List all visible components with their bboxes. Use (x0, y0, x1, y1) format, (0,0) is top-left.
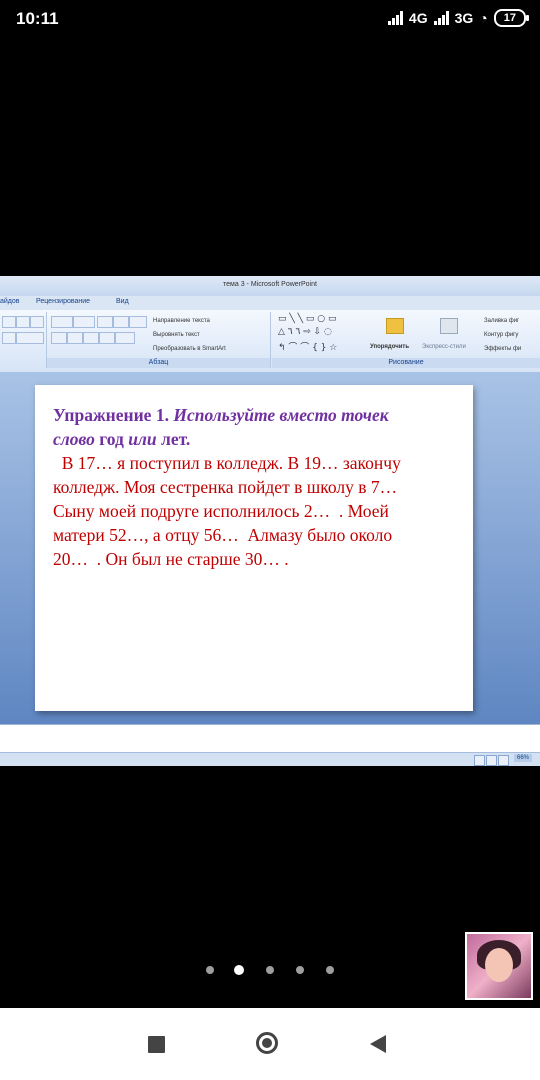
exercise-line: колледж. Моя сестренка пойдет в школу в … (53, 477, 398, 497)
battery-indicator: 17 (493, 9, 530, 27)
chat-head-avatar[interactable] (465, 932, 533, 1000)
heading-god: год (94, 429, 129, 449)
slide-editor: Упражнение 1. Используйте вместо точек с… (0, 372, 540, 724)
network-type-1: 4G (408, 10, 428, 26)
heading-exercise-number: Упражнение 1 (53, 405, 165, 425)
increase-indent-icon[interactable] (113, 316, 129, 328)
convert-smartart-button[interactable]: Преобразовать в SmartArt (153, 346, 226, 352)
text-direction-button[interactable]: Направление текста (153, 318, 210, 324)
justify-icon[interactable] (99, 332, 115, 344)
shape-outline-button[interactable]: Контур фигу (484, 332, 518, 338)
pager-dot[interactable] (206, 966, 214, 974)
recents-icon[interactable] (148, 1036, 165, 1053)
tab-view[interactable]: Вид (116, 298, 129, 305)
font-color-icon[interactable] (16, 332, 44, 344)
case-icon[interactable] (2, 332, 16, 344)
image-pager (0, 963, 540, 977)
paragraph-group-label: Абзац (47, 358, 270, 368)
slide-canvas[interactable]: Упражнение 1. Используйте вместо точек с… (35, 385, 473, 711)
heading-instruction: Используйте вместо точек (173, 405, 389, 425)
clear-format-icon[interactable] (30, 316, 44, 328)
shape-effects-button[interactable]: Эффекты фи (484, 346, 521, 352)
shapes-gallery-row2-icon[interactable]: △ ٦ ٦ ⇨ ⇩ ◌ (278, 327, 332, 337)
normal-view-icon[interactable] (474, 755, 485, 766)
heading-or: или (128, 429, 157, 449)
ribbon: Направление текста Выровнять текст Преоб… (0, 310, 540, 373)
align-right-icon[interactable] (83, 332, 99, 344)
shrink-font-icon[interactable] (16, 316, 30, 328)
tab-slideshow[interactable]: айдов (0, 298, 20, 305)
tab-review[interactable]: Рецензирование (36, 298, 90, 305)
signal-icon-2 (433, 11, 449, 25)
pager-dot[interactable] (266, 966, 274, 974)
grow-font-icon[interactable] (2, 316, 16, 328)
align-left-icon[interactable] (51, 332, 67, 344)
window-titlebar: тема 3 - Microsoft PowerPoint (0, 276, 540, 297)
app-status-bar: 66% (0, 752, 540, 766)
exercise-line: матери 52…, а отцу 56… Алмазу было около (53, 525, 393, 545)
drawing-group: ▭ ╲ ╲ ▭ ○ ▭ △ ٦ ٦ ⇨ ⇩ ◌ ↰ ⌒ ⌒ { } ☆ Упор… (272, 312, 540, 368)
clock: 10:11 (16, 9, 59, 28)
drawing-group-label: Рисование (272, 358, 540, 368)
bullets-icon[interactable] (51, 316, 73, 328)
home-icon[interactable] (256, 1032, 278, 1054)
align-center-icon[interactable] (67, 332, 83, 344)
line-spacing-icon[interactable] (129, 316, 147, 328)
shapes-gallery-icon[interactable]: ▭ ╲ ╲ ▭ ○ ▭ (278, 314, 337, 324)
slide-text-box[interactable]: Упражнение 1. Используйте вместо точек с… (53, 403, 457, 571)
exercise-line: Сыну моей подруге исполнилось 2… . Моей (53, 501, 389, 521)
navigation-bar (0, 1008, 540, 1080)
paragraph-group: Направление текста Выровнять текст Преоб… (47, 312, 271, 368)
network-type-2: 3G (454, 10, 474, 26)
status-icons: 4G 3G ◔ 17 (387, 9, 530, 27)
numbering-icon[interactable] (73, 316, 95, 328)
exercise-line: В 17… я поступил в колледж. В 19… законч… (53, 453, 401, 473)
slideshow-view-icon[interactable] (498, 755, 509, 766)
ribbon-tabs: айдов Рецензирование Вид (0, 296, 540, 310)
zoom-level[interactable]: 66% (513, 754, 532, 762)
columns-icon[interactable] (115, 332, 135, 344)
decrease-indent-icon[interactable] (97, 316, 113, 328)
exercise-line: 20… . Он был не старше 30… . (53, 549, 289, 569)
arrange-icon[interactable] (386, 318, 404, 334)
pager-dot[interactable] (326, 966, 334, 974)
heading-word: слово (53, 429, 95, 449)
window-title: тема 3 - Microsoft PowerPoint (223, 281, 317, 288)
status-bar: 10:11 4G 3G ◔ 17 (0, 0, 540, 38)
pager-dot-active[interactable] (234, 965, 244, 975)
signal-icon (387, 11, 403, 25)
notes-pane[interactable] (0, 724, 540, 755)
quick-styles-button[interactable]: Экспресс-стили (422, 344, 466, 350)
exercise-heading-line2: слово год или лет. (53, 427, 457, 451)
wifi-icon: ◔ (479, 10, 488, 26)
back-icon[interactable] (370, 1035, 386, 1053)
powerpoint-screenshot: тема 3 - Microsoft PowerPoint айдов Реце… (0, 276, 540, 766)
shapes-gallery-row3-icon[interactable]: ↰ ⌒ ⌒ { } ☆ (278, 340, 337, 353)
arrange-button[interactable]: Упорядочить (370, 344, 409, 350)
pager-dot[interactable] (296, 966, 304, 974)
exercise-heading: Упражнение 1. Используйте вместо точек (53, 403, 457, 427)
avatar-face (485, 948, 513, 982)
align-text-button[interactable]: Выровнять текст (153, 332, 200, 338)
heading-let: лет. (156, 429, 191, 449)
font-group (0, 312, 47, 368)
shape-fill-button[interactable]: Заливка фиг (484, 318, 519, 324)
slide-sorter-icon[interactable] (486, 755, 497, 766)
quick-styles-icon[interactable] (440, 318, 458, 334)
